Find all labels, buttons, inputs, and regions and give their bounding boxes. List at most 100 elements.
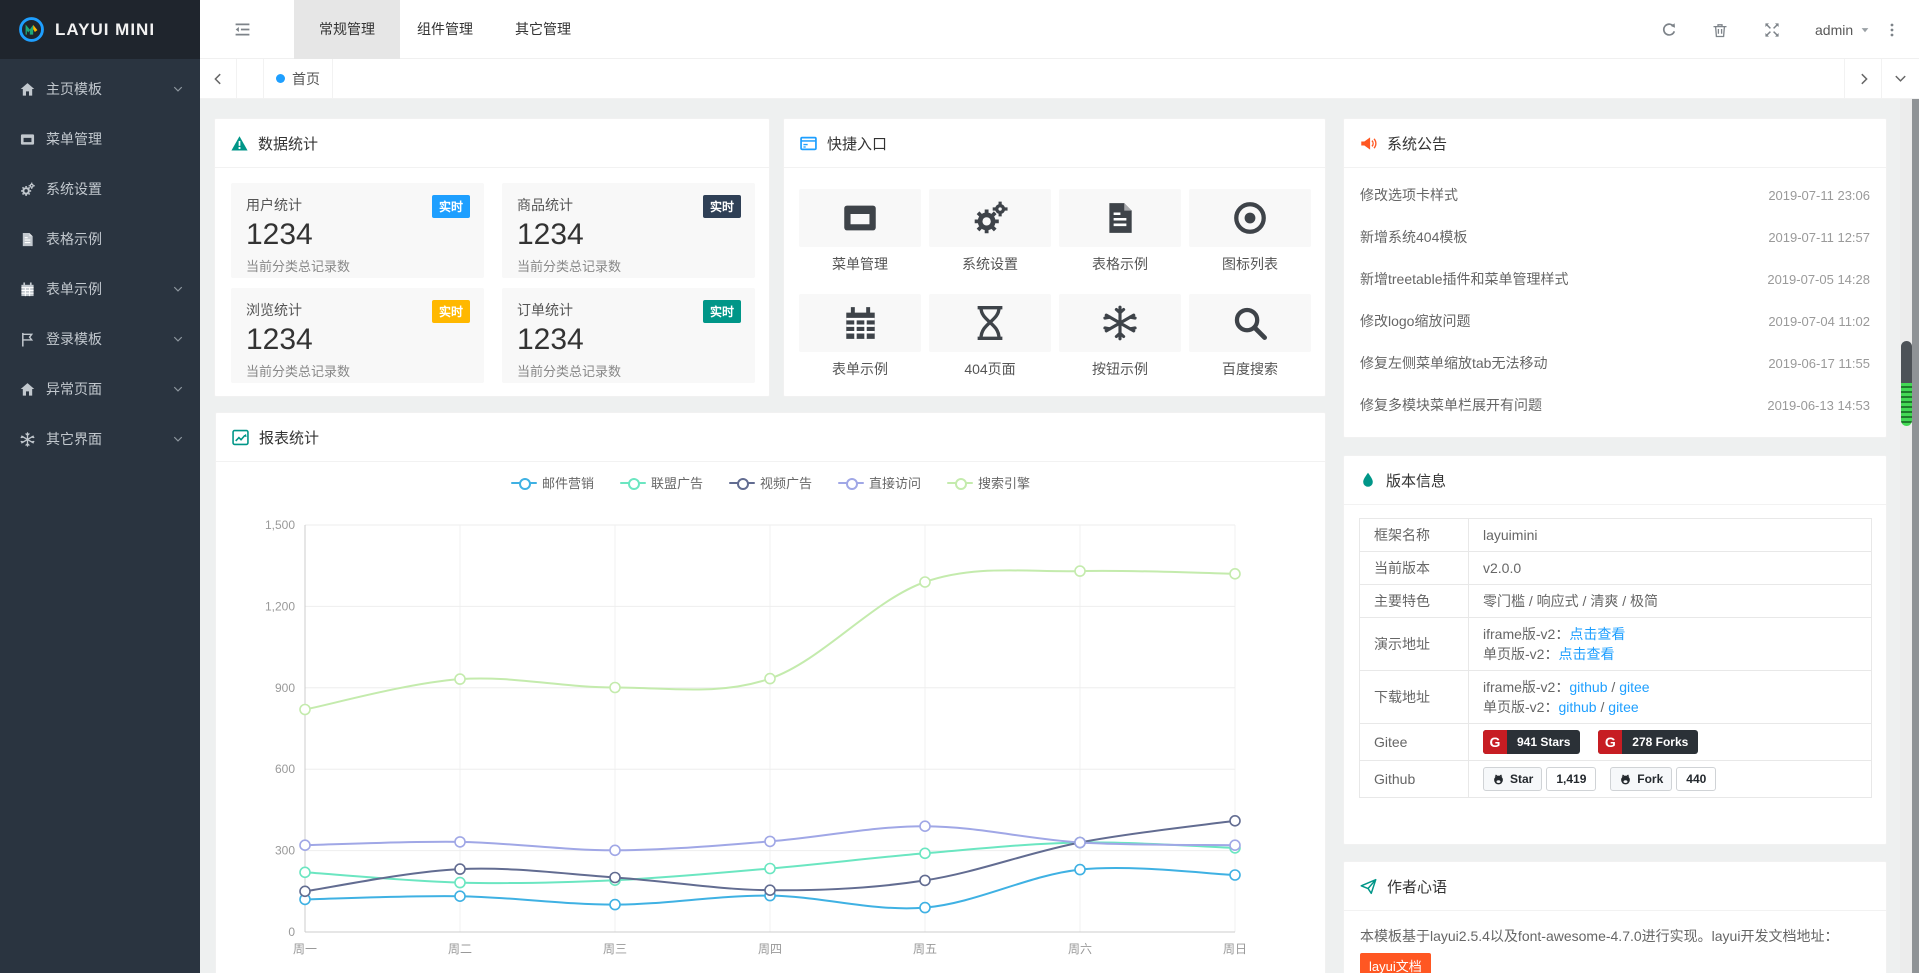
download-github-link[interactable]: github	[1558, 699, 1596, 715]
card-header: 数据统计	[215, 119, 769, 168]
hourglass-icon	[972, 305, 1008, 341]
demo-spa-link[interactable]: 点击查看	[1558, 646, 1614, 662]
sidebar-item-form-example[interactable]: 表单示例	[0, 264, 200, 314]
line-chart-icon	[232, 429, 249, 446]
stat-desc: 当前分类总记录数	[517, 361, 740, 380]
home-icon	[20, 82, 35, 97]
legend-item-搜索引擎[interactable]: 搜索引擎	[947, 473, 1030, 492]
download-spa-prefix: 单页版-v2：	[1483, 699, 1558, 715]
trash-icon	[1712, 22, 1728, 38]
sidebar-item-login-template[interactable]: 登录模板	[0, 314, 200, 364]
notice-date: 2019-07-04 11:02	[1768, 314, 1870, 329]
gitee-forks-text: 278 Forks	[1622, 735, 1698, 749]
sidebar-item-other-ui[interactable]: 其它界面	[0, 414, 200, 464]
svg-text:周二: 周二	[448, 942, 472, 956]
github-star-count[interactable]: 1,419	[1546, 767, 1596, 791]
notice-item[interactable]: 修复左侧菜单缩放tab无法移动 2019-06-17 11:55	[1344, 342, 1886, 384]
notice-item[interactable]: 修改选项卡样式 2019-07-11 23:06	[1344, 174, 1886, 216]
table-row: 演示地址 iframe版-v2：点击查看 单页版-v2：点击查看	[1360, 618, 1872, 671]
sidebar-collapse-button[interactable]	[222, 0, 262, 59]
quick-entry-404-page[interactable]: 404页面	[929, 294, 1051, 379]
sidebar-item-home-template[interactable]: 主页模板	[0, 64, 200, 114]
quick-entry-system-settings[interactable]: 系统设置	[929, 189, 1051, 274]
tab-scroll-right-button[interactable]	[1844, 59, 1882, 98]
quick-entry-button-example[interactable]: 按钮示例	[1059, 294, 1181, 379]
gears-icon	[20, 182, 35, 197]
card-header: 报表统计	[216, 413, 1325, 462]
realtime-badge: 实时	[703, 300, 741, 323]
tab-scroll-left-button[interactable]	[200, 59, 237, 98]
quick-entry-baidu-search[interactable]: 百度搜索	[1189, 294, 1311, 379]
sidebar-item-label: 表格示例	[46, 229, 102, 249]
stat-box-users: 用户统计 1234 当前分类总记录数 实时	[231, 183, 484, 278]
framework-name-value: layuimini	[1469, 519, 1872, 552]
scrollbar-thumb[interactable]	[1901, 341, 1912, 426]
chevron-down-icon	[172, 283, 184, 295]
notice-item[interactable]: 修复多模块菜单栏展开有问题 2019-06-13 14:53	[1344, 384, 1886, 426]
sidebar-item-menu-management[interactable]: 菜单管理	[0, 114, 200, 164]
sidebar-item-label: 登录模板	[46, 329, 102, 349]
svg-text:周六: 周六	[1068, 942, 1092, 956]
fullscreen-button[interactable]	[1752, 0, 1792, 59]
download-address-label: 下载地址	[1360, 671, 1469, 724]
refresh-button[interactable]	[1649, 0, 1689, 59]
header-tab-zujian[interactable]: 组件管理	[392, 0, 498, 59]
demo-spa-prefix: 单页版-v2：	[1483, 646, 1558, 662]
table-row: 当前版本 v2.0.0	[1360, 552, 1872, 585]
download-iframe-prefix: iframe版-v2：	[1483, 679, 1569, 695]
app-logo[interactable]: LAYUI MINI	[0, 0, 200, 59]
github-fork-count[interactable]: 440	[1676, 767, 1716, 791]
card-header: 系统公告	[1344, 119, 1886, 168]
chevron-down-icon	[1893, 71, 1908, 86]
github-star-button[interactable]: Star	[1483, 767, 1542, 791]
report-statistics-card: 报表统计 邮件营销 联盟广告 视频广告 直接访问 搜索引擎 03006009001,20…	[215, 412, 1326, 973]
download-gitee-link[interactable]: gitee	[1608, 699, 1638, 715]
sidebar-item-error-pages[interactable]: 异常页面	[0, 364, 200, 414]
legend-item-视频广告[interactable]: 视频广告	[729, 473, 812, 492]
gitee-forks-badge[interactable]: G278 Forks	[1598, 730, 1698, 754]
home-icon	[20, 382, 35, 397]
github-fork-button[interactable]: Fork	[1610, 767, 1672, 791]
sidebar-item-system-settings[interactable]: 系统设置	[0, 164, 200, 214]
header-tab-changgui[interactable]: 常规管理	[294, 0, 400, 59]
svg-text:900: 900	[275, 681, 295, 695]
panel-icon	[800, 135, 817, 152]
notice-item[interactable]: 新增系统404模板 2019-07-11 12:57	[1344, 216, 1886, 258]
notice-text: 修复左侧菜单缩放tab无法移动	[1360, 353, 1547, 373]
tab-home[interactable]: 首页	[263, 59, 333, 98]
sidebar-item-label: 主页模板	[46, 79, 102, 99]
clear-cache-button[interactable]	[1700, 0, 1740, 59]
more-options-button[interactable]	[1872, 0, 1912, 59]
notice-item[interactable]: 修改logo缩放问题 2019-07-04 11:02	[1344, 300, 1886, 342]
layui-doc-badge[interactable]: layui文档	[1360, 953, 1431, 973]
notice-item[interactable]: 新增treetable插件和菜单管理样式 2019-07-05 14:28	[1344, 258, 1886, 300]
flag-icon	[20, 332, 35, 347]
layuimini-app: LAYUI MINI 常规管理 组件管理 其它管理 admin 首页 主页模板	[0, 0, 1919, 973]
realtime-badge: 实时	[703, 195, 741, 218]
download-github-link[interactable]: github	[1569, 679, 1607, 695]
table-row: Github Star1,419 Fork440	[1360, 761, 1872, 798]
quick-entry-icon-list[interactable]: 图标列表	[1189, 189, 1311, 274]
sidebar-item-label: 菜单管理	[46, 129, 102, 149]
legend-item-联盟广告[interactable]: 联盟广告	[620, 473, 703, 492]
demo-iframe-link[interactable]: 点击查看	[1569, 626, 1625, 642]
quick-entry-form-example[interactable]: 表单示例	[799, 294, 921, 379]
download-gitee-link[interactable]: gitee	[1619, 679, 1649, 695]
quick-entry-menu-management[interactable]: 菜单管理	[799, 189, 921, 274]
scrollbar-track[interactable]	[1900, 99, 1912, 973]
gitee-stars-badge[interactable]: G941 Stars	[1483, 730, 1580, 754]
user-dropdown[interactable]: admin	[1815, 0, 1871, 59]
header-tab-qita[interactable]: 其它管理	[490, 0, 596, 59]
legend-item-邮件营销[interactable]: 邮件营销	[511, 473, 594, 492]
tab-operations-dropdown[interactable]	[1881, 59, 1919, 98]
notice-text: 新增系统404模板	[1360, 227, 1467, 247]
data-statistics-card: 数据统计 用户统计 1234 当前分类总记录数 实时 商品统计 1234 当前分…	[214, 118, 770, 397]
legend-item-直接访问[interactable]: 直接访问	[838, 473, 921, 492]
notice-date: 2019-07-11 23:06	[1768, 188, 1870, 203]
report-chart-svg: 03006009001,2001,500周一周二周三周四周五周六周日	[216, 509, 1325, 973]
scrollbar-edge	[1912, 99, 1919, 973]
quick-entry-table-example[interactable]: 表格示例	[1059, 189, 1181, 274]
brand-logo-icon	[18, 16, 45, 43]
notice-date: 2019-06-13 14:53	[1767, 398, 1870, 413]
sidebar-item-table-example[interactable]: 表格示例	[0, 214, 200, 264]
